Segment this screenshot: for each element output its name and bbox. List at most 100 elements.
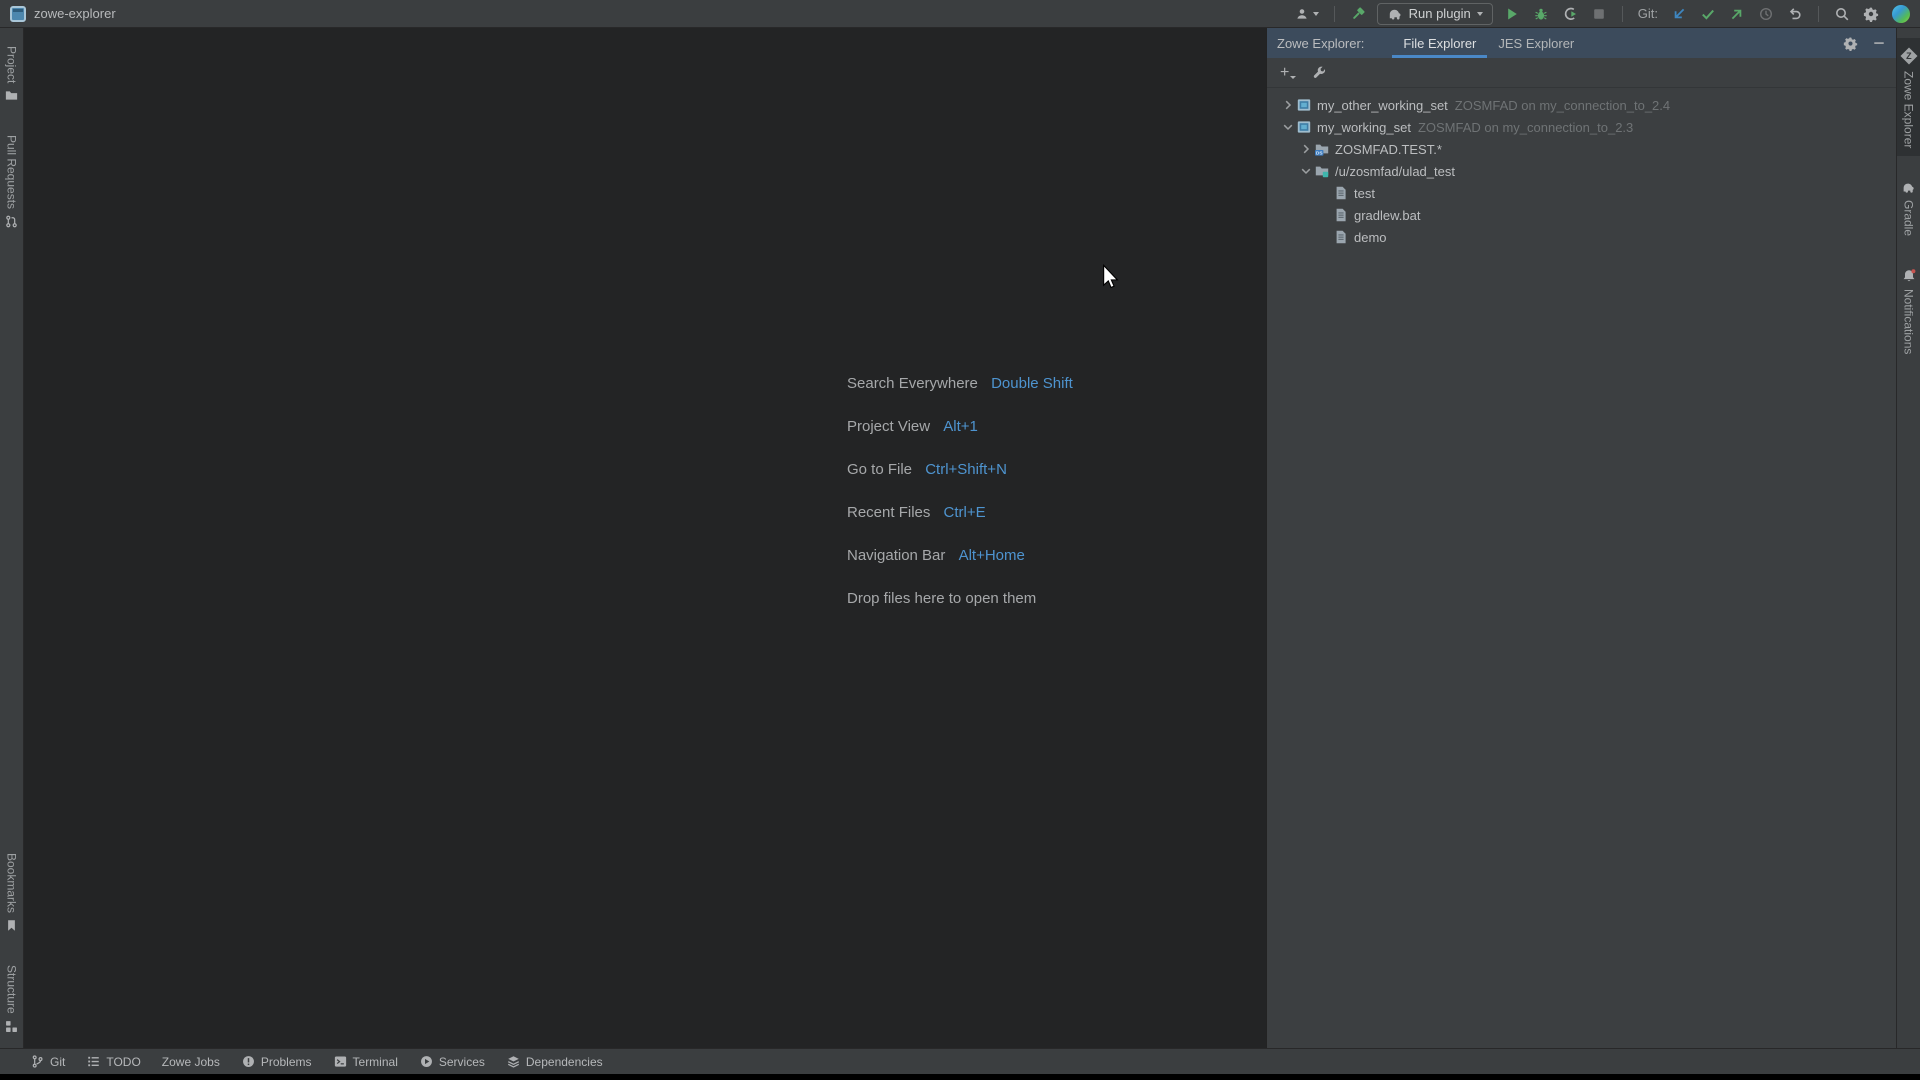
chevron-down-icon [1477, 12, 1483, 16]
profiler-button[interactable] [1560, 4, 1580, 24]
hint-recent-files: Recent Files Ctrl+E [847, 503, 1073, 523]
svg-text:DS: DS [1316, 150, 1323, 156]
checkmark-icon [1700, 6, 1716, 22]
sidebar-item-project[interactable]: Project [0, 38, 24, 111]
statusbar-terminal[interactable]: Terminal [333, 1054, 398, 1069]
run-configuration-select[interactable]: Run plugin [1377, 3, 1493, 25]
hint-go-to-file: Go to File Ctrl+Shift+N [847, 460, 1073, 480]
left-tool-window-stripe: Project Pull Requests Bookmarks Structur… [0, 28, 24, 1048]
user-icon [1294, 6, 1310, 22]
git-update-button[interactable] [1669, 4, 1689, 24]
debug-button[interactable] [1531, 4, 1551, 24]
bookmark-icon [4, 918, 19, 933]
rollback-button[interactable] [1785, 4, 1805, 24]
tree-row[interactable]: gradlew.bat [1267, 204, 1896, 226]
sidebar-item-notifications[interactable]: Notifications [1897, 260, 1920, 362]
history-button[interactable] [1756, 4, 1776, 24]
stop-icon [1591, 6, 1607, 22]
gear-icon [1863, 6, 1879, 22]
drop-files-hint: Drop files here to open them [847, 589, 1073, 609]
panel-toolbar: + [1267, 58, 1896, 88]
hammer-icon [1350, 6, 1366, 22]
minimize-icon [1872, 36, 1886, 50]
title-bar: zowe-explorer Run plugin [0, 0, 1920, 28]
problems-icon [241, 1054, 256, 1069]
dataset-folder-icon: DS [1314, 141, 1331, 157]
todo-list-icon [86, 1054, 101, 1069]
tree-row[interactable]: /u/zosmfad/ulad_test [1267, 160, 1896, 182]
tree-row[interactable]: demo [1267, 226, 1896, 248]
gear-icon [1843, 36, 1858, 51]
hint-search-everywhere: Search Everywhere Double Shift [847, 374, 1073, 394]
stop-button[interactable] [1589, 4, 1609, 24]
services-icon [419, 1054, 434, 1069]
tab-file-explorer[interactable]: File Explorer [1392, 28, 1487, 58]
chevron-right-icon[interactable] [1279, 97, 1296, 113]
statusbar-dependencies[interactable]: Dependencies [506, 1054, 603, 1069]
play-icon [1504, 6, 1520, 22]
run-button[interactable] [1502, 4, 1522, 24]
pull-request-icon [4, 214, 19, 229]
gradle-icon [1387, 6, 1403, 22]
statusbar-zowe-jobs[interactable]: Zowe Jobs [162, 1055, 220, 1069]
account-avatar[interactable] [1890, 3, 1912, 25]
file-icon [1333, 229, 1350, 245]
statusbar-git[interactable]: Git [30, 1054, 65, 1069]
app-icon [10, 6, 26, 22]
tree-row[interactable]: my_working_set ZOSMFAD on my_connection_… [1267, 116, 1896, 138]
file-icon [1333, 185, 1350, 201]
dependencies-layers-icon [506, 1054, 521, 1069]
plus-icon: + [1280, 66, 1289, 80]
sidebar-item-bookmarks[interactable]: Bookmarks [0, 845, 24, 941]
edit-working-sets-button[interactable] [1311, 65, 1327, 81]
build-button[interactable] [1348, 4, 1368, 24]
tree-row[interactable]: DS ZOSMFAD.TEST.* [1267, 138, 1896, 160]
toolbar-separator [1334, 6, 1335, 22]
wrench-icon [1311, 65, 1327, 81]
add-working-set-button[interactable]: + [1280, 66, 1296, 80]
tree-row[interactable]: test [1267, 182, 1896, 204]
search-everywhere-button[interactable] [1832, 4, 1852, 24]
tree-row[interactable]: my_other_working_set ZOSMFAD on my_conne… [1267, 94, 1896, 116]
chevron-down-icon[interactable] [1297, 163, 1314, 179]
chevron-right-icon[interactable] [1297, 141, 1314, 157]
toolbar-separator [1622, 6, 1623, 22]
hint-navigation-bar: Navigation Bar Alt+Home [847, 546, 1073, 566]
git-commit-button[interactable] [1698, 4, 1718, 24]
sidebar-item-gradle[interactable]: Gradle [1897, 172, 1920, 244]
statusbar-problems[interactable]: Problems [241, 1054, 312, 1069]
toolbar-separator [1818, 6, 1819, 22]
chevron-down-icon [1290, 76, 1296, 79]
file-icon [1333, 207, 1350, 223]
statusbar-todo[interactable]: TODO [86, 1054, 140, 1069]
undo-icon [1787, 6, 1803, 22]
tab-jes-explorer[interactable]: JES Explorer [1487, 28, 1585, 58]
user-accounts-button[interactable] [1292, 4, 1321, 24]
zowe-icon: Z [1900, 48, 1917, 65]
sidebar-item-structure[interactable]: Structure [0, 957, 24, 1042]
tool-window-options-button[interactable] [1843, 36, 1858, 51]
ide-window: zowe-explorer Run plugin [0, 0, 1920, 1080]
zowe-explorer-panel: Zowe Explorer: File Explorer JES Explore… [1266, 28, 1896, 1048]
avatar [1892, 5, 1910, 23]
sidebar-item-zowe-explorer[interactable]: Z Zowe Explorer [1897, 38, 1920, 156]
bug-icon [1533, 6, 1549, 22]
keyboard-shortcut-hints: Search Everywhere Double Shift Project V… [847, 374, 1073, 632]
arrow-up-right-icon [1729, 6, 1745, 22]
chevron-down-icon[interactable] [1279, 119, 1296, 135]
editor-area: Search Everywhere Double Shift Project V… [24, 28, 1266, 1048]
chevron-down-icon [1313, 12, 1319, 16]
settings-button[interactable] [1861, 4, 1881, 24]
right-tool-window-stripe: Z Zowe Explorer Gradle Notifications [1896, 28, 1920, 1048]
git-push-button[interactable] [1727, 4, 1747, 24]
hide-tool-window-button[interactable] [1872, 36, 1886, 50]
gradle-icon [1901, 180, 1916, 195]
structure-icon [4, 1019, 19, 1034]
sidebar-item-pull-requests[interactable]: Pull Requests [0, 127, 24, 237]
statusbar-services[interactable]: Services [419, 1054, 485, 1069]
status-bar: Git TODO Zowe Jobs Problems Terminal Ser… [0, 1048, 1920, 1074]
bell-icon [1901, 268, 1917, 284]
tool-window-title: Zowe Explorer: [1277, 36, 1364, 51]
run-configuration-label: Run plugin [1409, 6, 1471, 21]
tool-window-header: Zowe Explorer: File Explorer JES Explore… [1267, 28, 1896, 58]
